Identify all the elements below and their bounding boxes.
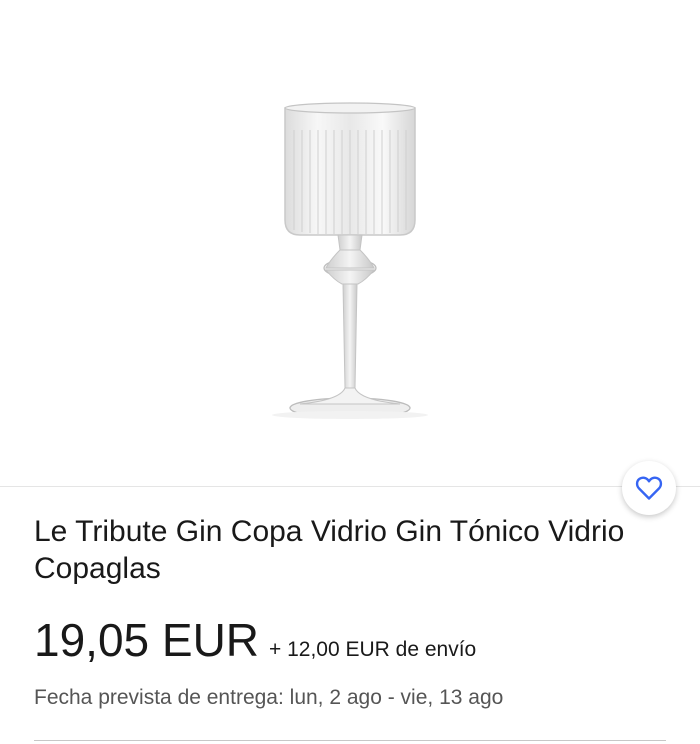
heart-icon (635, 476, 663, 500)
product-image[interactable] (230, 90, 470, 430)
section-divider (34, 740, 666, 741)
item-price: 19,05 EUR (34, 614, 260, 666)
image-divider (0, 486, 700, 487)
price-row: 19,05 EUR + 12,00 EUR de envío (34, 612, 476, 668)
shipping-cost: + 12,00 EUR de envío (269, 638, 477, 661)
item-title: Le Tribute Gin Copa Vidrio Gin Tónico Vi… (34, 515, 625, 585)
watch-button[interactable] (622, 461, 676, 515)
listing-page: Le Tribute Gin Copa Vidrio Gin Tónico Vi… (0, 0, 700, 744)
product-image-area[interactable] (0, 0, 700, 486)
delivery-estimate: Fecha prevista de entrega: lun, 2 ago - … (34, 686, 504, 709)
